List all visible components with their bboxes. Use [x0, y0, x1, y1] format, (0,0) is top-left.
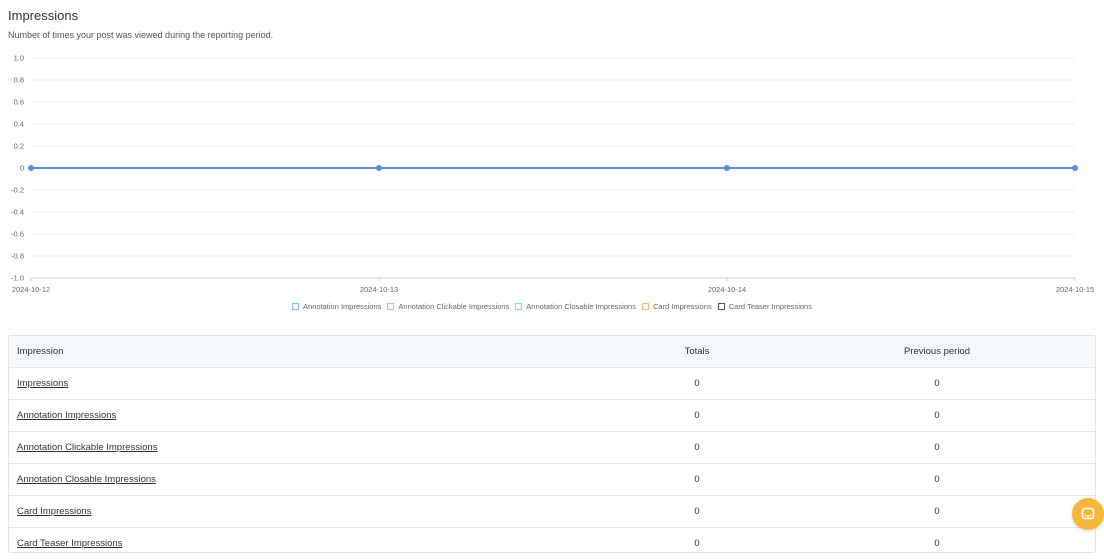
table-row: Annotation Clickable Impressions 0 0: [9, 431, 1095, 463]
legend-item[interactable]: Card Impressions: [641, 302, 712, 311]
row-link-annotation-impressions[interactable]: Annotation Impressions: [17, 410, 116, 421]
table-row: Impressions 0 0: [9, 367, 1095, 399]
y-tick-label: -0.6: [11, 230, 24, 239]
row-totals: 0: [694, 442, 700, 453]
y-tick-label: -0.2: [11, 186, 24, 195]
section-title: Impressions: [8, 8, 79, 23]
legend-swatch: [387, 303, 395, 310]
row-totals: 0: [694, 538, 700, 549]
legend-swatch: [515, 303, 523, 310]
row-previous: 0: [934, 474, 940, 485]
row-link-annotation-closable-impressions[interactable]: Annotation Closable Impressions: [17, 474, 156, 485]
legend-swatch: [292, 303, 300, 310]
y-tick-label: 0: [20, 164, 24, 173]
y-tick-label: -1.0: [11, 274, 24, 283]
data-point: [28, 165, 34, 171]
table-row: Annotation Impressions 0 0: [9, 399, 1095, 431]
row-totals: 0: [694, 474, 700, 485]
chat-launcher-button[interactable]: [1072, 498, 1104, 530]
legend-item[interactable]: Card Teaser Impressions: [717, 302, 812, 311]
legend-swatch: [717, 303, 725, 310]
header-totals: Totals: [684, 346, 710, 357]
header-impression: Impression: [17, 346, 64, 357]
section-subtitle: Number of times your post was viewed dur…: [8, 30, 274, 40]
chat-icon: [1081, 507, 1095, 520]
legend-label: Annotation Impressions: [303, 302, 382, 311]
data-point: [376, 165, 382, 171]
legend-swatch: [641, 303, 649, 310]
data-point: [724, 165, 730, 171]
y-tick-label: -0.8: [11, 252, 24, 261]
legend-item[interactable]: Annotation Clickable Impressions: [387, 302, 509, 311]
row-previous: 0: [934, 378, 940, 389]
row-link-impressions[interactable]: Impressions: [17, 378, 68, 389]
y-tick-label: 0.4: [14, 120, 24, 129]
x-tick-label: 2024-10-14: [708, 285, 746, 294]
legend-label: Card Impressions: [652, 302, 712, 311]
y-tick-label: -0.4: [11, 208, 24, 217]
legend-label: Annotation Clickable Impressions: [398, 302, 510, 311]
row-previous: 0: [934, 410, 940, 421]
row-totals: 0: [694, 410, 700, 421]
table-row: Annotation Closable Impressions 0 0: [9, 463, 1095, 495]
x-tick-label: 2024-10-13: [360, 285, 398, 294]
impressions-line-chart: 1.0 0.8 0.6 0.4 0.2 0 -0.2 -0.4 -0.6 -0.8 -1.0 2024…: [11, 54, 1094, 295]
y-tick-label: 1.0: [14, 54, 24, 63]
legend-label: Card Teaser Impressions: [728, 302, 812, 311]
impressions-table: Impression Totals Previous period Impres…: [8, 335, 1096, 553]
y-tick-label: 0.8: [14, 76, 24, 85]
x-tick-label: 2024-10-12: [12, 285, 50, 294]
x-tick-label: 2024-10-15: [1056, 285, 1094, 294]
legend-label: Annotation Closable Impressions: [526, 302, 636, 311]
chart-legend: Annotation Impressions Annotation Clickab…: [0, 302, 1104, 311]
row-link-card-impressions[interactable]: Card Impressions: [17, 506, 91, 517]
row-link-card-teaser-impressions[interactable]: Card Teaser Impressions: [17, 538, 122, 549]
table-header-row: Impression Totals Previous period: [9, 336, 1095, 367]
row-previous: 0: [934, 442, 940, 453]
legend-item[interactable]: Annotation Closable Impressions: [515, 302, 636, 311]
row-previous: 0: [934, 538, 940, 549]
header-previous-period: Previous period: [903, 346, 970, 357]
data-point: [1072, 165, 1078, 171]
table-row: Card Impressions 0 0: [9, 495, 1095, 527]
legend-item[interactable]: Annotation Impressions: [292, 302, 381, 311]
row-previous: 0: [934, 506, 940, 517]
y-tick-label: 0.6: [14, 98, 24, 107]
row-totals: 0: [694, 506, 700, 517]
row-link-annotation-clickable-impressions[interactable]: Annotation Clickable Impressions: [17, 442, 157, 453]
row-totals: 0: [694, 378, 700, 389]
table-row: Card Teaser Impressions 0 0: [9, 527, 1095, 552]
y-tick-label: 0.2: [14, 142, 24, 151]
